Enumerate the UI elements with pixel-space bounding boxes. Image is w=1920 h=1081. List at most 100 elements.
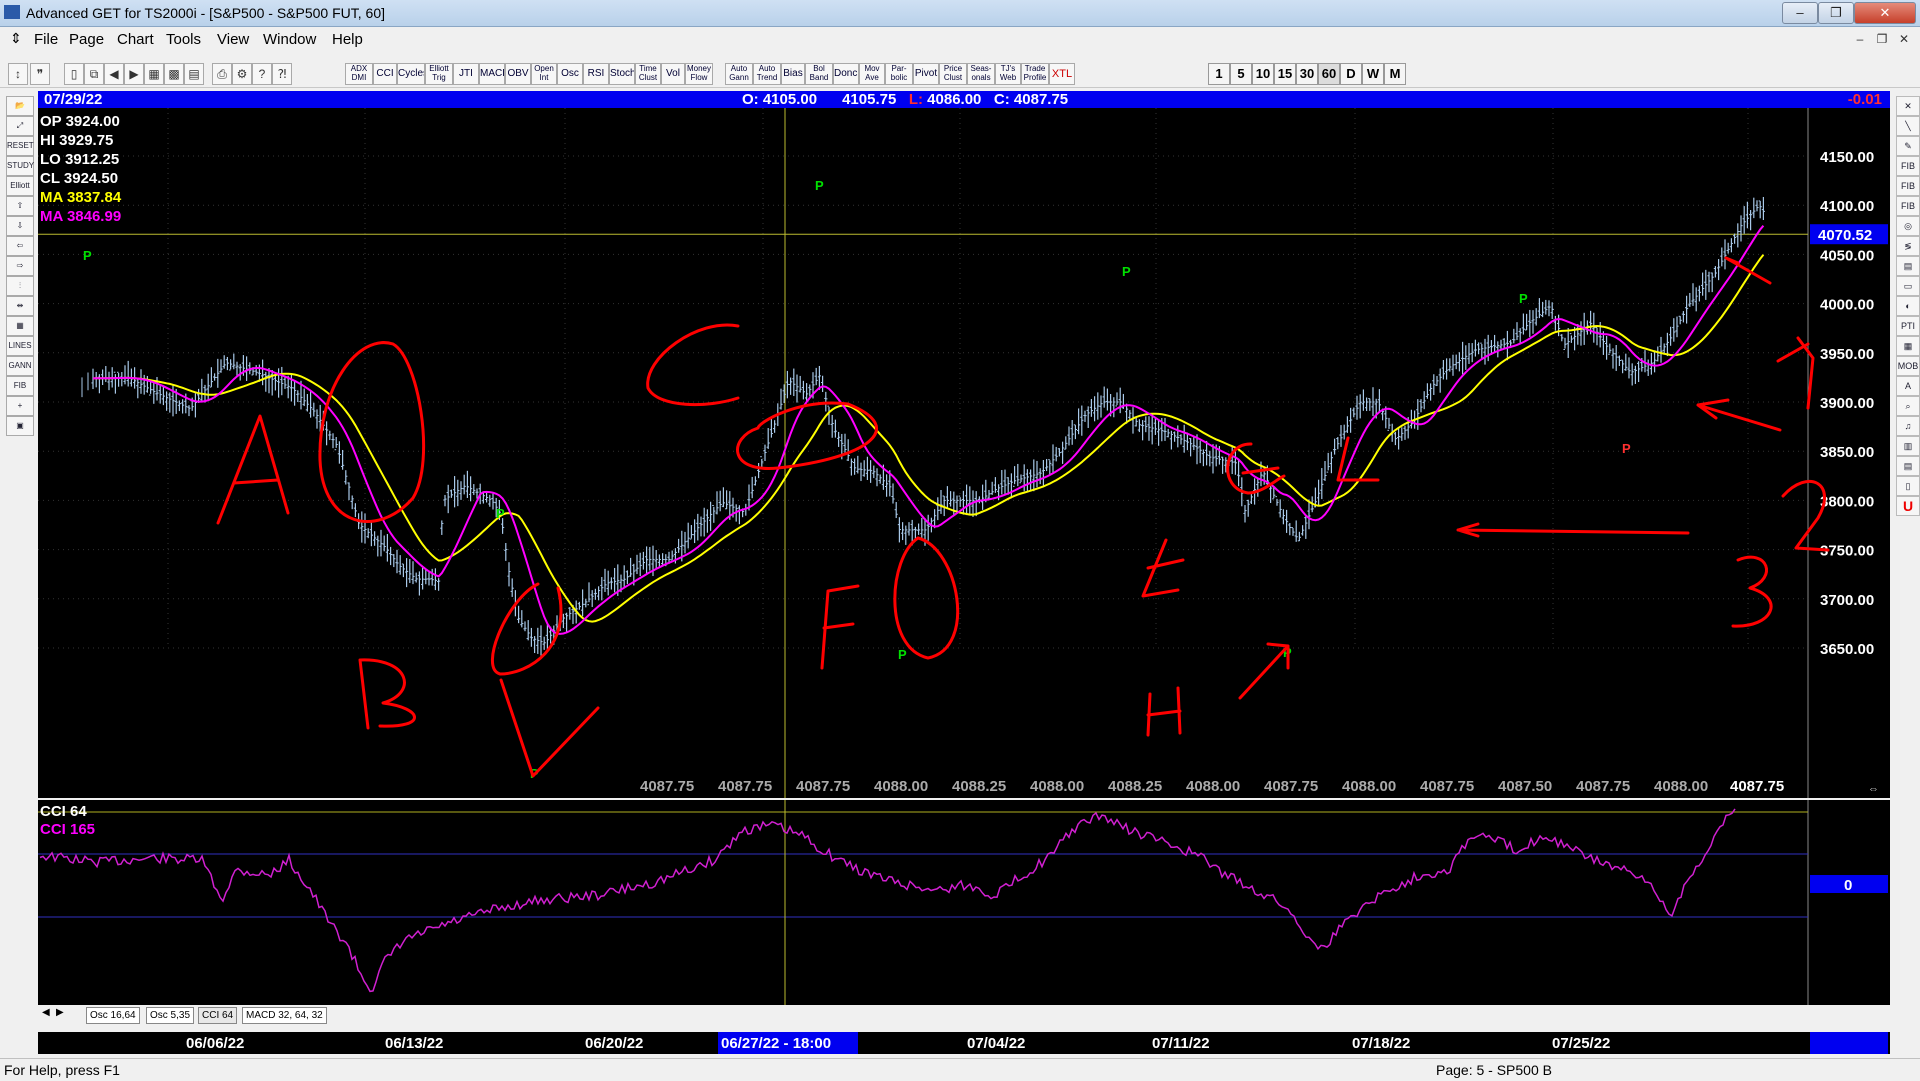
cci-panel[interactable]: 0 CCI 64CCI 165 bbox=[38, 800, 1890, 1005]
timeframe-W[interactable]: W bbox=[1362, 63, 1384, 85]
menu-help[interactable]: Help bbox=[332, 31, 363, 48]
menu-page[interactable]: Page bbox=[69, 31, 104, 48]
pointer-icon[interactable]: ↕ bbox=[8, 63, 28, 85]
new-page-icon[interactable]: ▯ bbox=[64, 63, 84, 85]
timeframe-1[interactable]: 1 bbox=[1208, 63, 1230, 85]
crosshair-icon[interactable]: + bbox=[6, 396, 34, 416]
study-button-money-flow[interactable]: Money Flow bbox=[685, 63, 713, 85]
price-chart[interactable]: 4150.00 4100.00 4050.00 4000.00 3950.00 3900.… bbox=[38, 108, 1890, 798]
mob-icon[interactable]: MOB bbox=[1896, 356, 1920, 376]
x-scale-icon[interactable]: ⇹ bbox=[6, 296, 34, 316]
tab-osc-16-64[interactable]: Osc 16,64 bbox=[86, 1007, 140, 1024]
study-button-macd[interactable]: MACD bbox=[479, 63, 505, 85]
study-button-vol[interactable]: Vol bbox=[661, 63, 685, 85]
quote-icon[interactable]: ❞ bbox=[30, 63, 50, 85]
fib-ext-icon[interactable]: FIB bbox=[1896, 176, 1920, 196]
grid-tool-icon[interactable]: ▦ bbox=[6, 316, 34, 336]
help-icon[interactable]: ? bbox=[252, 63, 272, 85]
maximize-button[interactable]: ❐ bbox=[1818, 2, 1854, 24]
study-button-par-bolic[interactable]: Par- bolic bbox=[885, 63, 913, 85]
menu-window[interactable]: Window bbox=[263, 31, 316, 48]
fan-icon[interactable]: ≶ bbox=[1896, 236, 1920, 256]
context-help-icon[interactable]: ⁈ bbox=[272, 63, 292, 85]
study-button-cci[interactable]: CCI bbox=[373, 63, 397, 85]
study-button-donch[interactable]: Donch bbox=[833, 63, 859, 85]
copy-icon[interactable]: ⧉ bbox=[84, 63, 104, 85]
study-button-rsi[interactable]: RSI bbox=[583, 63, 609, 85]
delete-icon[interactable]: ✕ bbox=[1896, 96, 1920, 116]
grid-icon[interactable]: ▤ bbox=[184, 63, 204, 85]
grid-panel-icon[interactable]: ▦ bbox=[1896, 336, 1920, 356]
study-button-auto-gann[interactable]: Auto Gann bbox=[725, 63, 753, 85]
tab-scroll-left-icon[interactable]: ◀ bbox=[42, 1007, 50, 1018]
zoom-fit-icon[interactable]: ⤢ bbox=[6, 116, 34, 136]
tab-cci-64[interactable]: CCI 64 bbox=[198, 1007, 238, 1024]
study-button-elliott-trig[interactable]: Elliott Trig bbox=[425, 63, 453, 85]
print-icon[interactable]: ⎙ bbox=[212, 63, 232, 85]
ellipse-tool-icon[interactable]: ◐ bbox=[1896, 296, 1920, 316]
ellipse-icon[interactable]: ◎ bbox=[1896, 216, 1920, 236]
timeframe-M[interactable]: M bbox=[1384, 63, 1406, 85]
study-button-osc[interactable]: Osc bbox=[557, 63, 583, 85]
study-button-mov-ave[interactable]: Mov Ave bbox=[859, 63, 885, 85]
study-button-auto-trend[interactable]: Auto Trend bbox=[753, 63, 781, 85]
menu-file[interactable]: File bbox=[34, 31, 58, 48]
table-icon[interactable]: ▥ bbox=[1896, 436, 1920, 456]
fib-ret-icon[interactable]: FIB bbox=[1896, 156, 1920, 176]
arrow-down-icon[interactable]: ⇩ bbox=[6, 216, 34, 236]
study-button-cycles[interactable]: Cycles bbox=[397, 63, 425, 85]
draw-line-icon[interactable]: ╲ bbox=[1896, 116, 1920, 136]
timeframe-15[interactable]: 15 bbox=[1274, 63, 1296, 85]
study-button-seas-onals[interactable]: Seas- onals bbox=[967, 63, 995, 85]
elliott-icon[interactable]: Elliott bbox=[6, 176, 34, 196]
notes-icon[interactable]: ▯ bbox=[1896, 476, 1920, 496]
bell-icon[interactable]: ♫ bbox=[1896, 416, 1920, 436]
study-button-obv[interactable]: OBV bbox=[505, 63, 531, 85]
study-button-stoch[interactable]: Stoch bbox=[609, 63, 635, 85]
tab-scroll-right-icon[interactable]: ▶ bbox=[56, 1007, 64, 1018]
timeframe-10[interactable]: 10 bbox=[1252, 63, 1274, 85]
study-icon[interactable]: STUDY bbox=[6, 156, 34, 176]
tab-macd[interactable]: MACD 32, 64, 32 bbox=[242, 1007, 327, 1024]
forward-icon[interactable]: ▶ bbox=[124, 63, 144, 85]
pen-icon[interactable]: ✎ bbox=[1896, 136, 1920, 156]
study-button-trade-profile[interactable]: Trade Profile bbox=[1021, 63, 1049, 85]
study-button-open-int[interactable]: Open Int bbox=[531, 63, 557, 85]
magnify-icon[interactable]: ⌕ bbox=[1896, 396, 1920, 416]
mdi-minimize-icon[interactable]: – bbox=[1850, 32, 1870, 50]
timeframe-30[interactable]: 30 bbox=[1296, 63, 1318, 85]
bars-icon[interactable]: ⫶ bbox=[6, 276, 34, 296]
study-button-jti[interactable]: JTI bbox=[453, 63, 479, 85]
minimize-button[interactable]: – bbox=[1782, 2, 1818, 24]
study-button-price-clust[interactable]: Price Clust bbox=[939, 63, 967, 85]
box-icon[interactable]: ▭ bbox=[1896, 276, 1920, 296]
study-button-time-clust[interactable]: Time Clust bbox=[635, 63, 661, 85]
arrow-right-icon[interactable]: ⇨ bbox=[6, 256, 34, 276]
menu-chart[interactable]: Chart bbox=[117, 31, 154, 48]
menu-tools[interactable]: Tools bbox=[166, 31, 201, 48]
tab-osc-5-35[interactable]: Osc 5,35 bbox=[146, 1007, 195, 1024]
study-button-tj-s-web[interactable]: TJ's Web bbox=[995, 63, 1021, 85]
fib-time-icon[interactable]: FIB bbox=[1896, 196, 1920, 216]
timeframe-D[interactable]: D bbox=[1340, 63, 1362, 85]
tile-icon[interactable]: ▩ bbox=[164, 63, 184, 85]
fib-icon[interactable]: FIB bbox=[6, 376, 34, 396]
u-icon[interactable]: U bbox=[1896, 496, 1920, 516]
back-icon[interactable]: ◀ bbox=[104, 63, 124, 85]
settings-icon[interactable]: ⚙ bbox=[232, 63, 252, 85]
calc-icon[interactable]: ▤ bbox=[1896, 456, 1920, 476]
arrow-left-icon[interactable]: ⇦ bbox=[6, 236, 34, 256]
study-button-bol-band[interactable]: Bol Band bbox=[805, 63, 833, 85]
app-menu-icon[interactable]: ⇕ bbox=[10, 30, 22, 47]
mdi-close-icon[interactable]: ✕ bbox=[1894, 32, 1914, 50]
study-button-xtl[interactable]: XTL bbox=[1049, 63, 1075, 85]
save-tool-icon[interactable]: ▣ bbox=[6, 416, 34, 436]
study-button-adx-dmi[interactable]: ADX DMI bbox=[345, 63, 373, 85]
gann-icon[interactable]: GANN bbox=[6, 356, 34, 376]
reset-icon[interactable]: RESET bbox=[6, 136, 34, 156]
timeframe-60[interactable]: 60 bbox=[1318, 63, 1340, 85]
menu-view[interactable]: View bbox=[217, 31, 249, 48]
study-button-pivot[interactable]: Pivot bbox=[913, 63, 939, 85]
text-tool-icon[interactable]: A bbox=[1896, 376, 1920, 396]
close-button[interactable]: ✕ bbox=[1854, 2, 1916, 24]
